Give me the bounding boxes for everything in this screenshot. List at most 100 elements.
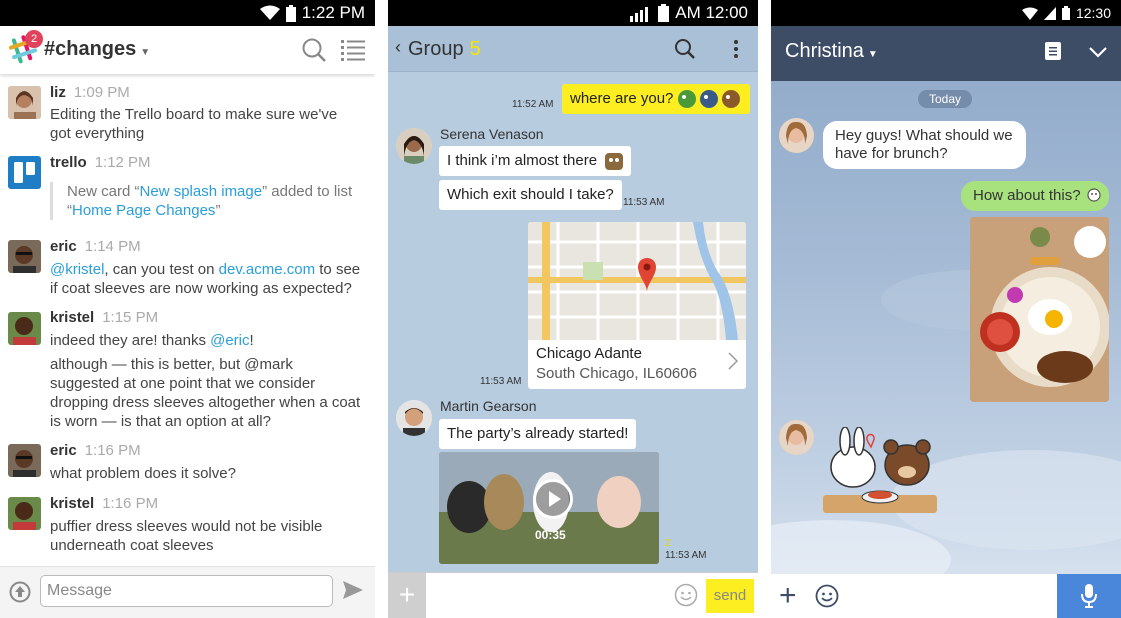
note-icon[interactable]: [1045, 42, 1061, 65]
avatar[interactable]: [779, 118, 814, 153]
sticker-image[interactable]: [823, 426, 937, 522]
text-segment: indeed they are! thanks: [50, 332, 211, 349]
avatar[interactable]: [396, 400, 432, 436]
emoji-icon[interactable]: [815, 584, 839, 613]
status-bar: 1:22 PM: [0, 0, 375, 26]
chevron-down-icon[interactable]: [1089, 45, 1107, 63]
signal-icon: [630, 4, 652, 22]
play-icon[interactable]: [533, 479, 573, 519]
message-input[interactable]: [40, 575, 333, 607]
card-text: ”: [215, 202, 221, 219]
menu-list-icon[interactable]: [341, 39, 365, 66]
avatar[interactable]: [8, 312, 41, 345]
mention-link[interactable]: @kristel: [50, 261, 104, 278]
message-text: I think i’m almost there: [447, 152, 598, 169]
timestamp: 1:12 PM: [94, 154, 151, 171]
battery-icon: [658, 4, 670, 22]
upload-icon[interactable]: [9, 581, 31, 608]
status-time: 12:30: [1075, 5, 1111, 21]
chat-header: ‹ Group 5: [388, 26, 758, 72]
sender-label: liz: [50, 84, 66, 101]
sender-name[interactable]: eric 1:14 PM: [50, 238, 141, 255]
search-icon[interactable]: [674, 38, 696, 65]
sender-name[interactable]: eric 1:16 PM: [50, 442, 141, 459]
message-bubble[interactable]: I think i’m almost there: [439, 146, 631, 176]
card-link[interactable]: New splash image: [140, 183, 263, 200]
avatar[interactable]: [8, 86, 41, 119]
my-message-bubble[interactable]: where are you?: [562, 84, 750, 114]
composer-bar: + send: [388, 572, 758, 618]
send-button[interactable]: send: [706, 579, 754, 613]
add-attachment-button[interactable]: +: [388, 573, 426, 618]
outgoing-message-bubble[interactable]: How about this?: [961, 181, 1109, 211]
chevron-down-icon: ▼: [867, 49, 878, 60]
emoticon-icon: [676, 88, 744, 121]
wifi-icon: [259, 5, 280, 21]
timestamp: 11:53 AM: [665, 550, 707, 561]
trello-logo-icon[interactable]: [8, 156, 41, 189]
location-card[interactable]: Chicago Adante South Chicago, IL60606: [528, 222, 746, 389]
message-text: what problem does it solve?: [50, 465, 236, 482]
contact-name[interactable]: Christina ▼: [785, 40, 878, 63]
battery-icon: [285, 4, 296, 22]
timestamp: 11:53 AM: [623, 197, 665, 208]
back-icon[interactable]: ‹: [395, 37, 401, 58]
incoming-message-bubble[interactable]: Hey guys! What should we have for brunch…: [823, 121, 1026, 169]
wifi-icon: [1021, 7, 1038, 20]
more-options-icon[interactable]: [734, 40, 738, 63]
timestamp: 1:09 PM: [73, 84, 130, 101]
status-time: AM 12:00: [675, 3, 748, 22]
card-text: New card “: [67, 183, 140, 200]
battery-icon: [1061, 6, 1070, 20]
avatar[interactable]: [8, 444, 41, 477]
text-segment: , can you test on: [104, 261, 219, 278]
microphone-icon: [1081, 584, 1097, 608]
sender-name[interactable]: liz 1:09 PM: [50, 84, 130, 101]
contact-label: Christina: [785, 40, 864, 62]
unread-count: 2: [665, 538, 671, 549]
slack-screen: 1:22 PM 2 #changes ▼ liz 1:09 PM Editing…: [0, 0, 375, 618]
message-bubble[interactable]: The party’s already started!: [439, 419, 637, 449]
avatar[interactable]: [8, 240, 41, 273]
date-divider: Today: [918, 90, 972, 108]
channel-title: #changes: [44, 38, 137, 60]
sender-label: trello: [50, 154, 87, 171]
emoji-icon[interactable]: [674, 583, 698, 612]
add-attachment-button[interactable]: +: [779, 581, 797, 611]
chat-header: Christina ▼: [771, 26, 1121, 81]
channel-name[interactable]: #changes ▼: [44, 38, 150, 61]
message-text: puffier dress sleeves would not be visib…: [50, 518, 323, 554]
avatar[interactable]: [779, 420, 814, 455]
timestamp: 11:53 AM: [480, 376, 522, 387]
avatar[interactable]: [396, 128, 432, 164]
sender-label: eric: [50, 238, 77, 255]
message-bubble[interactable]: Which exit should I take?: [439, 180, 622, 210]
microphone-button[interactable]: [1057, 574, 1121, 618]
line-screen: 12:30 Christina ▼ Today Hey guys! What sh…: [771, 0, 1121, 618]
member-count: 5: [469, 38, 481, 60]
mention-link[interactable]: @eric: [210, 332, 249, 349]
search-icon[interactable]: [301, 37, 327, 68]
sender-name[interactable]: kristel 1:15 PM: [50, 309, 158, 326]
list-link[interactable]: Home Page Changes: [72, 202, 215, 219]
send-icon[interactable]: [343, 581, 363, 604]
message-text: @kristel, can you test on dev.acme.com t…: [50, 260, 361, 298]
message-text: although — this is better, but @mark sug…: [50, 356, 361, 430]
chevron-down-icon: ▼: [140, 47, 151, 58]
avatar[interactable]: [8, 497, 41, 530]
url-link[interactable]: dev.acme.com: [219, 261, 315, 278]
chat-title: Group 5: [408, 38, 481, 61]
status-bar: 12:30: [771, 0, 1121, 26]
sticker-icon: [603, 150, 625, 183]
group-name: Group: [408, 38, 464, 60]
kakaotalk-screen: AM 12:00 ‹ Group 5 11:52 AM where are you…: [388, 0, 758, 618]
video-message[interactable]: 00:35: [439, 452, 659, 564]
message-text: How about this?: [973, 187, 1081, 204]
timestamp: 1:16 PM: [84, 442, 141, 459]
sender-name: Martin Gearson: [440, 398, 537, 414]
timestamp: 1:15 PM: [102, 309, 159, 326]
sender-name[interactable]: kristel 1:16 PM: [50, 495, 158, 512]
message-text: where are you?: [570, 90, 674, 107]
sender-name[interactable]: trello 1:12 PM: [50, 154, 151, 171]
food-photo[interactable]: [970, 217, 1109, 402]
